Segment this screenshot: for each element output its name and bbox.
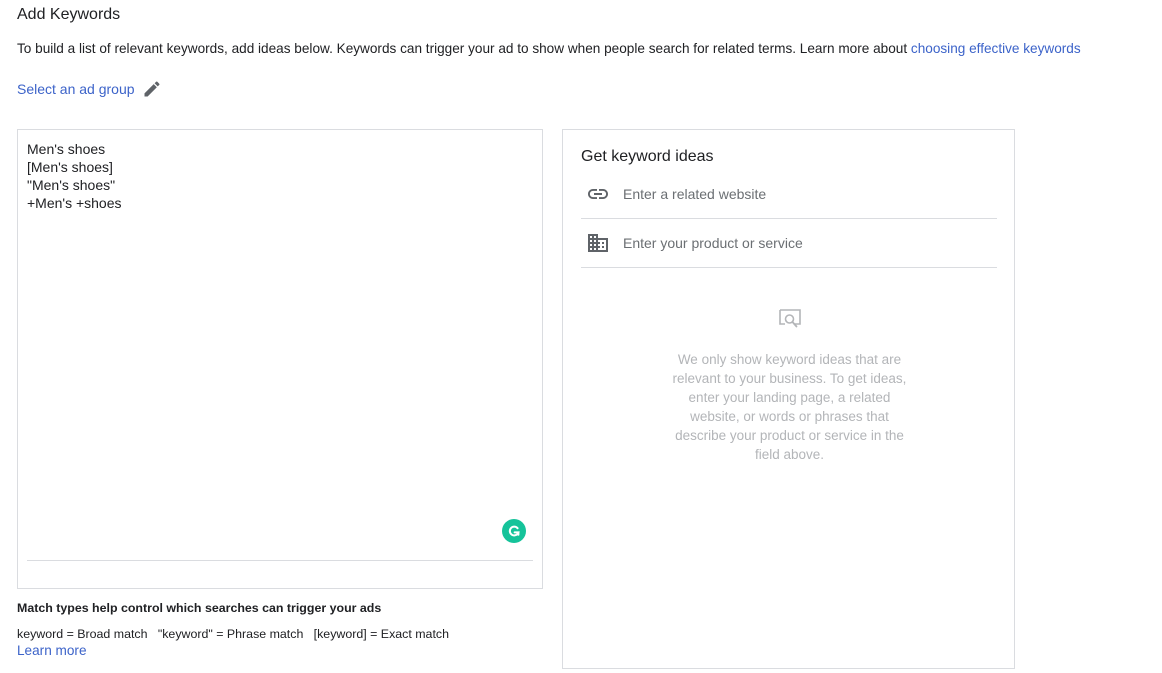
link-icon [585,181,611,207]
related-website-input[interactable] [623,186,983,202]
intro-body: To build a list of relevant keywords, ad… [17,41,911,56]
product-service-field[interactable] [581,219,997,268]
building-icon [585,230,611,256]
page-title: Add Keywords [17,6,121,23]
pencil-icon[interactable] [142,79,162,99]
product-service-input[interactable] [623,235,983,251]
textarea-underline [27,560,533,561]
keyword-line: "Men's shoes" [27,177,116,193]
keyword-line: [Men's shoes] [27,159,113,175]
keyword-list[interactable]: Men's shoes [Men's shoes] "Men's shoes" … [27,140,122,212]
keyword-ideas-panel: Get keyword ideas We only show keyword i… [562,129,1015,669]
match-types-legend: keyword = Broad match "keyword" = Phrase… [17,627,449,641]
keywords-textarea[interactable]: Men's shoes [Men's shoes] "Men's shoes" … [17,129,543,589]
keyword-line: +Men's +shoes [27,195,122,211]
search-screen-icon [777,307,803,333]
keyword-line: Men's shoes [27,141,106,157]
ideas-title: Get keyword ideas [581,148,714,165]
match-types-heading: Match types help control which searches … [17,601,382,615]
intro-text: To build a list of relevant keywords, ad… [17,41,1081,56]
empty-state-message: We only show keyword ideas that are rele… [672,352,907,462]
select-ad-group-link[interactable]: Select an ad group [17,81,135,97]
learn-more-link[interactable]: Learn more [17,643,87,658]
ad-group-selector[interactable]: Select an ad group [17,79,162,99]
choosing-keywords-link[interactable]: choosing effective keywords [911,41,1081,56]
related-website-field[interactable] [581,170,997,219]
grammarly-icon[interactable] [502,519,526,543]
